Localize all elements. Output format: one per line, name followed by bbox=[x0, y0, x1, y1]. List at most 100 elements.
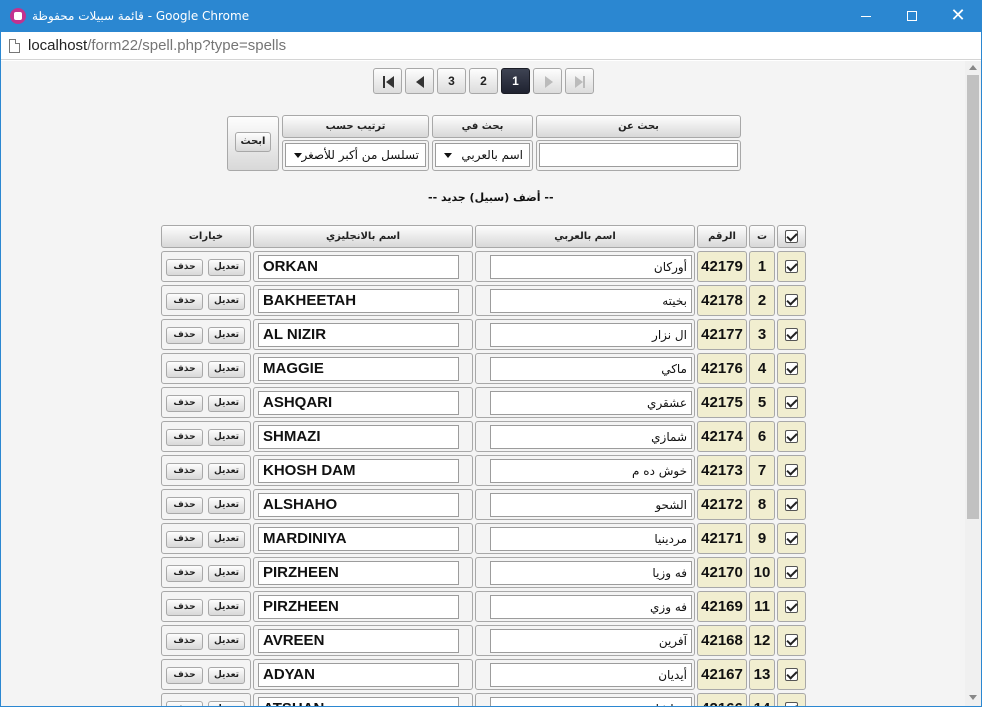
english-name-input[interactable]: AL NIZIR bbox=[258, 323, 459, 347]
arabic-name-input[interactable]: ماكي bbox=[490, 357, 692, 381]
row-checkbox-cell[interactable] bbox=[777, 659, 806, 690]
delete-button[interactable]: حذف bbox=[166, 599, 203, 616]
row-checkbox-cell[interactable] bbox=[777, 625, 806, 656]
english-name-input[interactable]: KHOSH DAM bbox=[258, 459, 459, 483]
arabic-name-input[interactable]: مردينيا bbox=[490, 527, 692, 551]
add-new-link[interactable]: -- أضف (سبيل) جديد -- bbox=[428, 191, 554, 204]
english-name-input[interactable]: PIRZHEEN bbox=[258, 595, 459, 619]
scroll-down-icon[interactable] bbox=[969, 695, 977, 700]
row-checkbox-cell[interactable] bbox=[777, 285, 806, 316]
maximize-button[interactable] bbox=[889, 1, 935, 32]
arabic-name-input[interactable]: بخيته bbox=[490, 289, 692, 313]
delete-button[interactable]: حذف bbox=[166, 565, 203, 582]
scroll-up-icon[interactable] bbox=[969, 65, 977, 70]
row-checkbox-cell[interactable] bbox=[777, 353, 806, 384]
row-checkbox-cell[interactable] bbox=[777, 387, 806, 418]
row-checkbox[interactable] bbox=[785, 668, 798, 681]
page-button-3[interactable]: 3 bbox=[437, 68, 466, 94]
edit-button[interactable]: تعديل bbox=[208, 531, 245, 548]
delete-button[interactable]: حذف bbox=[166, 395, 203, 412]
edit-button[interactable]: تعديل bbox=[208, 463, 245, 480]
delete-button[interactable]: حذف bbox=[166, 701, 203, 706]
page-button-1[interactable]: 1 bbox=[501, 68, 530, 94]
arabic-name-input[interactable]: الشحو bbox=[490, 493, 692, 517]
edit-button[interactable]: تعديل bbox=[208, 633, 245, 650]
row-checkbox-cell[interactable] bbox=[777, 693, 806, 706]
sort-select[interactable]: تسلسل من أكبر للأصغر bbox=[285, 143, 426, 167]
row-checkbox-cell[interactable] bbox=[777, 251, 806, 282]
english-name-input[interactable]: ORKAN bbox=[258, 255, 459, 279]
edit-button[interactable]: تعديل bbox=[208, 259, 245, 276]
row-checkbox[interactable] bbox=[785, 498, 798, 511]
arabic-name-input[interactable]: عشقري bbox=[490, 391, 692, 415]
delete-button[interactable]: حذف bbox=[166, 497, 203, 514]
delete-button[interactable]: حذف bbox=[166, 667, 203, 684]
first-page-button[interactable] bbox=[373, 68, 402, 94]
arabic-name-input[interactable]: فه وزي bbox=[490, 595, 692, 619]
next-page-button[interactable] bbox=[533, 68, 562, 94]
select-all-header[interactable] bbox=[777, 225, 806, 248]
arabic-name-input[interactable]: شمازي bbox=[490, 425, 692, 449]
last-page-button[interactable] bbox=[565, 68, 594, 94]
arabic-name-input[interactable]: أيديان bbox=[490, 663, 692, 687]
edit-button[interactable]: تعديل bbox=[208, 361, 245, 378]
delete-button[interactable]: حذف bbox=[166, 327, 203, 344]
row-checkbox[interactable] bbox=[785, 396, 798, 409]
arabic-name-input[interactable]: أوركان bbox=[490, 255, 692, 279]
row-checkbox-cell[interactable] bbox=[777, 319, 806, 350]
edit-button[interactable]: تعديل bbox=[208, 429, 245, 446]
english-name-input[interactable]: ASHQARI bbox=[258, 391, 459, 415]
delete-button[interactable]: حذف bbox=[166, 259, 203, 276]
address-bar[interactable]: localhost/form22/spell.php?type=spells bbox=[1, 32, 981, 60]
edit-button[interactable]: تعديل bbox=[208, 293, 245, 310]
row-checkbox-cell[interactable] bbox=[777, 557, 806, 588]
edit-button[interactable]: تعديل bbox=[208, 565, 245, 582]
row-checkbox[interactable] bbox=[785, 600, 798, 613]
prev-page-button[interactable] bbox=[405, 68, 434, 94]
edit-button[interactable]: تعديل bbox=[208, 701, 245, 706]
arabic-name-input[interactable]: ال نزار bbox=[490, 323, 692, 347]
row-checkbox-cell[interactable] bbox=[777, 489, 806, 520]
minimize-button[interactable] bbox=[843, 1, 889, 32]
delete-button[interactable]: حذف bbox=[166, 293, 203, 310]
search-input[interactable] bbox=[539, 143, 738, 167]
english-name-input[interactable]: PIRZHEEN bbox=[258, 561, 459, 585]
english-name-input[interactable]: MARDINIYA bbox=[258, 527, 459, 551]
row-checkbox-cell[interactable] bbox=[777, 591, 806, 622]
select-all-checkbox[interactable] bbox=[785, 230, 798, 243]
english-name-input[interactable]: ALSHAHO bbox=[258, 493, 459, 517]
edit-button[interactable]: تعديل bbox=[208, 667, 245, 684]
arabic-name-input[interactable]: آفرين bbox=[490, 629, 692, 653]
arabic-name-input[interactable]: فه وزيا bbox=[490, 561, 692, 585]
arabic-name-input[interactable]: خوش ده م bbox=[490, 459, 692, 483]
edit-button[interactable]: تعديل bbox=[208, 327, 245, 344]
edit-button[interactable]: تعديل bbox=[208, 599, 245, 616]
delete-button[interactable]: حذف bbox=[166, 361, 203, 378]
row-checkbox-cell[interactable] bbox=[777, 523, 806, 554]
close-button[interactable]: ✕ bbox=[935, 1, 981, 32]
row-checkbox[interactable] bbox=[785, 260, 798, 273]
scrollbar-thumb[interactable] bbox=[967, 75, 979, 519]
row-checkbox[interactable] bbox=[785, 702, 798, 706]
english-name-input[interactable]: ATSHAN bbox=[258, 697, 459, 706]
edit-button[interactable]: تعديل bbox=[208, 497, 245, 514]
row-checkbox[interactable] bbox=[785, 532, 798, 545]
delete-button[interactable]: حذف bbox=[166, 463, 203, 480]
row-checkbox[interactable] bbox=[785, 634, 798, 647]
edit-button[interactable]: تعديل bbox=[208, 395, 245, 412]
english-name-input[interactable]: MAGGIE bbox=[258, 357, 459, 381]
row-checkbox[interactable] bbox=[785, 294, 798, 307]
delete-button[interactable]: حذف bbox=[166, 531, 203, 548]
page-button-2[interactable]: 2 bbox=[469, 68, 498, 94]
row-checkbox[interactable] bbox=[785, 328, 798, 341]
delete-button[interactable]: حذف bbox=[166, 633, 203, 650]
english-name-input[interactable]: AVREEN bbox=[258, 629, 459, 653]
english-name-input[interactable]: ADYAN bbox=[258, 663, 459, 687]
arabic-name-input[interactable]: عطشان bbox=[490, 697, 692, 706]
english-name-input[interactable]: BAKHEETAH bbox=[258, 289, 459, 313]
row-checkbox-cell[interactable] bbox=[777, 455, 806, 486]
url-text[interactable]: localhost/form22/spell.php?type=spells bbox=[28, 37, 286, 54]
delete-button[interactable]: حذف bbox=[166, 429, 203, 446]
english-name-input[interactable]: SHMAZI bbox=[258, 425, 459, 449]
row-checkbox[interactable] bbox=[785, 362, 798, 375]
